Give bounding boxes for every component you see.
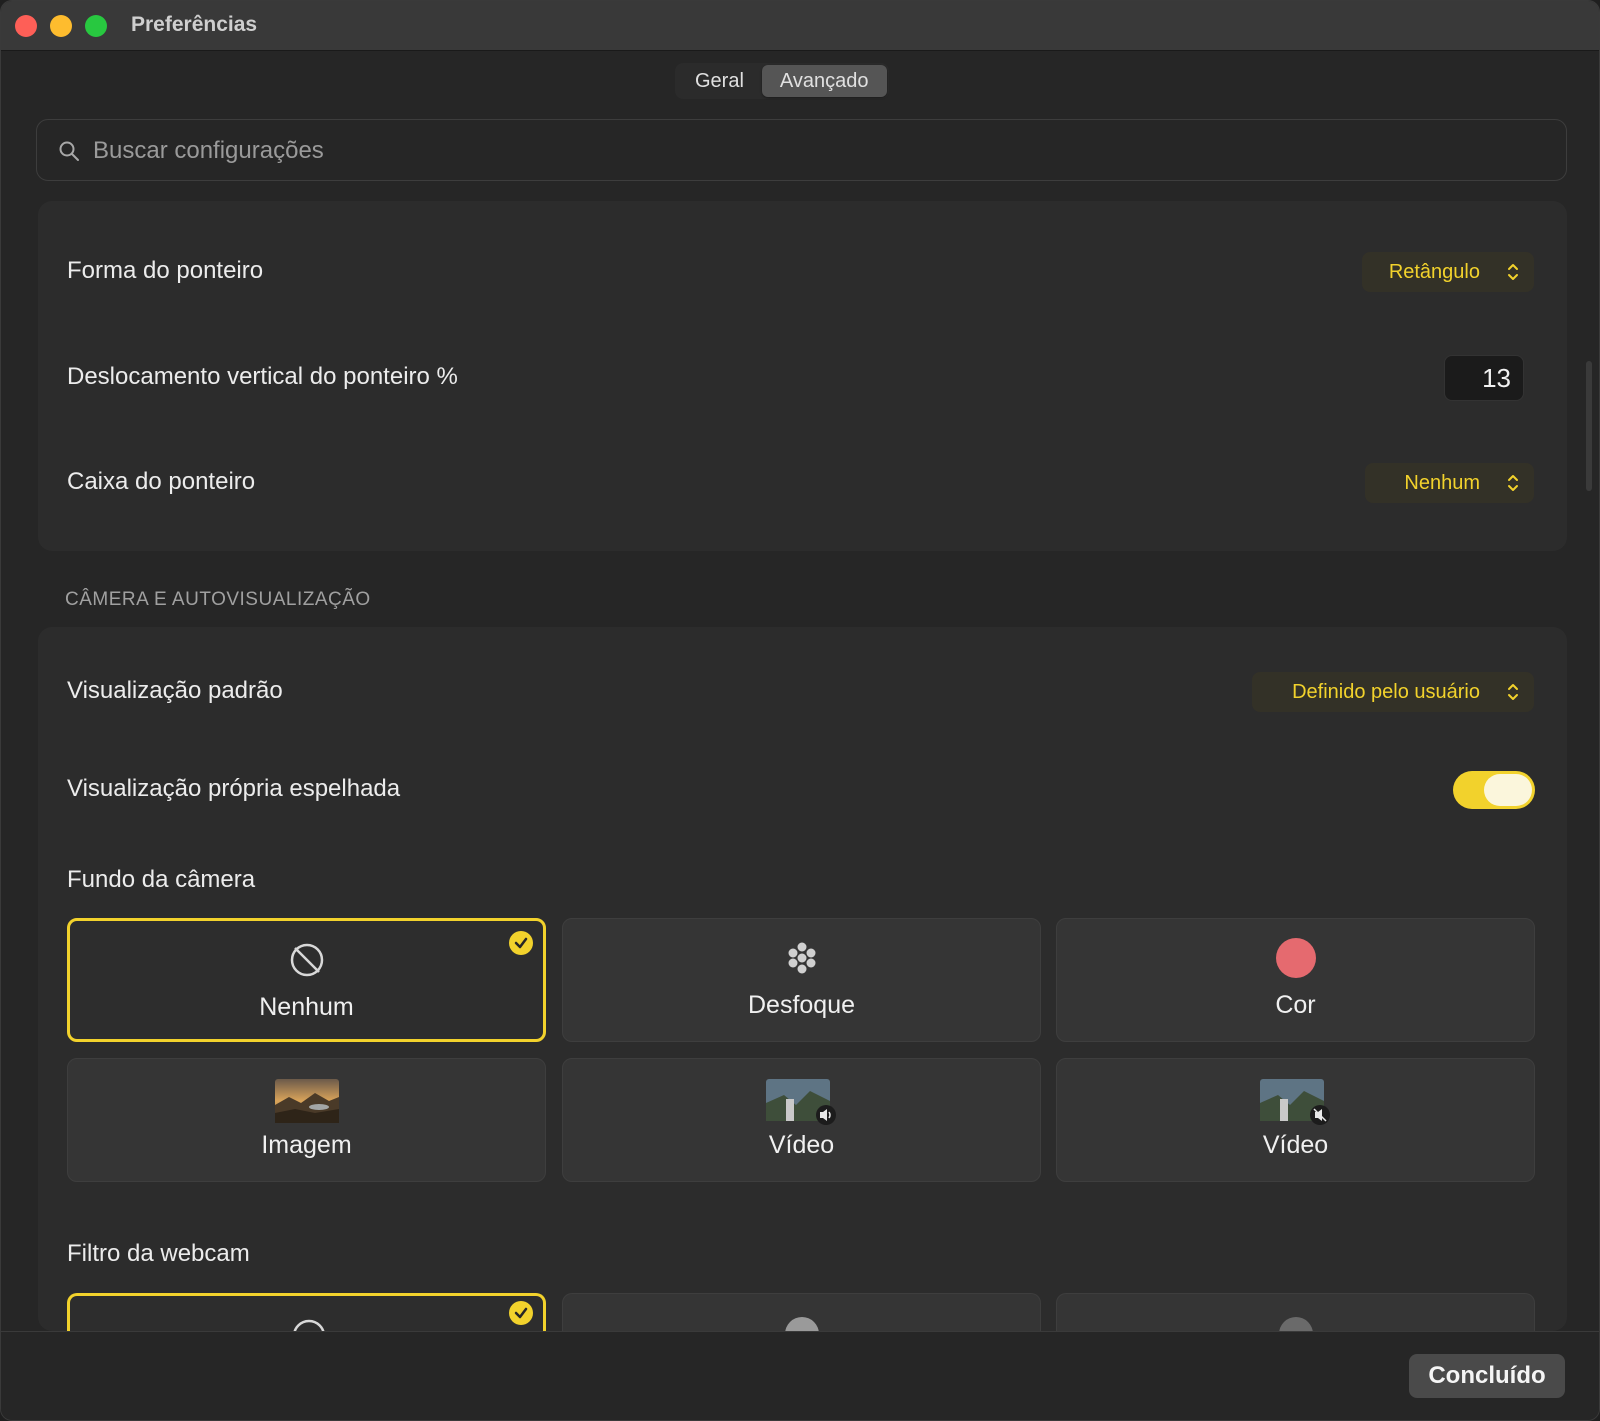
preferences-window: Preferências Geral Avançado Forma do pon… [0, 0, 1600, 1421]
checkmark-icon [509, 931, 533, 955]
landscape-image-icon [274, 1079, 339, 1123]
background-option-blur[interactable]: Desfoque [562, 918, 1041, 1042]
video-sound-off-icon [1259, 1079, 1330, 1125]
background-option-label: Vídeo [1262, 1131, 1329, 1159]
minimize-window-button[interactable] [50, 15, 72, 37]
search-icon [59, 141, 79, 161]
background-option-image[interactable]: Imagem [67, 1058, 546, 1182]
background-option-color[interactable]: Cor [1056, 918, 1535, 1042]
blur-icon [788, 942, 815, 974]
search-input[interactable] [93, 132, 1493, 170]
title-bar: Preferências [1, 1, 1599, 51]
video-sound-on-icon [765, 1079, 836, 1125]
webcam-filter-label: Filtro da webcam [67, 1240, 250, 1267]
pointer-box-popup[interactable]: Nenhum [1365, 463, 1534, 503]
background-option-none[interactable]: Nenhum [67, 918, 546, 1042]
default-view-popup[interactable]: Definido pelo usuário [1252, 672, 1534, 712]
search-field[interactable] [36, 119, 1567, 181]
color-swatch-icon [1275, 938, 1316, 978]
background-option-label: Imagem [261, 1131, 352, 1159]
tab-geral[interactable]: Geral [677, 65, 762, 97]
background-option-video-muted[interactable]: Vídeo [1056, 1058, 1535, 1182]
chevron-up-down-icon [1508, 475, 1518, 491]
pointer-box-value: Nenhum [1404, 471, 1480, 494]
pointer-vertical-offset-label: Deslocamento vertical do ponteiro % [67, 363, 458, 390]
background-option-video-sound[interactable]: Vídeo [562, 1058, 1041, 1182]
default-view-value: Definido pelo usuário [1292, 680, 1480, 703]
tab-avancado[interactable]: Avançado [761, 65, 887, 97]
done-button[interactable]: Concluído [1409, 1354, 1565, 1398]
toggle-knob [1484, 774, 1532, 806]
pointer-box-label: Caixa do ponteiro [67, 468, 256, 495]
webcam-filter-option[interactable] [1056, 1293, 1535, 1333]
background-option-label: Desfoque [747, 991, 856, 1019]
pointer-shape-value: Retângulo [1388, 260, 1480, 283]
zoom-window-button[interactable] [85, 15, 107, 37]
mirrored-view-label: Visualização própria espelhada [67, 775, 401, 802]
pointer-vertical-offset-field[interactable]: 13 [1444, 355, 1524, 401]
pointer-shape-popup[interactable]: Retângulo [1362, 252, 1534, 292]
footer-bar: Concluído [1, 1331, 1599, 1420]
webcam-filter-option-none[interactable] [67, 1293, 546, 1333]
chevron-up-down-icon [1508, 684, 1518, 700]
close-window-button[interactable] [15, 15, 37, 37]
scrollbar-thumb[interactable] [1586, 361, 1592, 491]
chevron-up-down-icon [1508, 264, 1518, 280]
background-option-label: Vídeo [768, 1131, 835, 1159]
camera-background-label: Fundo da câmera [67, 866, 256, 893]
tab-bar: Geral Avançado [675, 63, 889, 99]
default-view-label: Visualização padrão [67, 677, 283, 704]
no-background-icon [290, 943, 323, 977]
pointer-shape-label: Forma do ponteiro [67, 257, 264, 284]
camera-section-header: CÂMERA E AUTOVISUALIZAÇÃO [65, 589, 371, 610]
checkmark-icon [509, 1301, 533, 1325]
background-option-label: Nenhum [259, 993, 354, 1021]
webcam-filter-option[interactable] [562, 1293, 1041, 1333]
background-option-label: Cor [1275, 991, 1316, 1019]
window-title: Preferências [131, 13, 258, 36]
mirrored-view-toggle[interactable] [1453, 771, 1535, 809]
